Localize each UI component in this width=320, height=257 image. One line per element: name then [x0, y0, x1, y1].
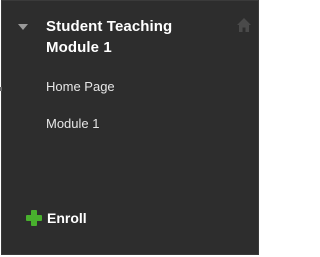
course-title[interactable]: Student Teaching Module 1 [46, 16, 216, 58]
panel-edge-marker [0, 87, 2, 91]
home-icon[interactable] [236, 17, 252, 33]
plus-icon [26, 210, 42, 226]
course-menu-panel: Student Teaching Module 1 Home Page Modu… [1, 0, 259, 255]
menu-item-home-page[interactable]: Home Page [46, 78, 115, 96]
enroll-button[interactable]: Enroll [26, 209, 87, 227]
enroll-label: Enroll [47, 210, 87, 226]
menu-item-module-1[interactable]: Module 1 [46, 115, 99, 133]
chevron-down-icon[interactable] [18, 24, 28, 30]
